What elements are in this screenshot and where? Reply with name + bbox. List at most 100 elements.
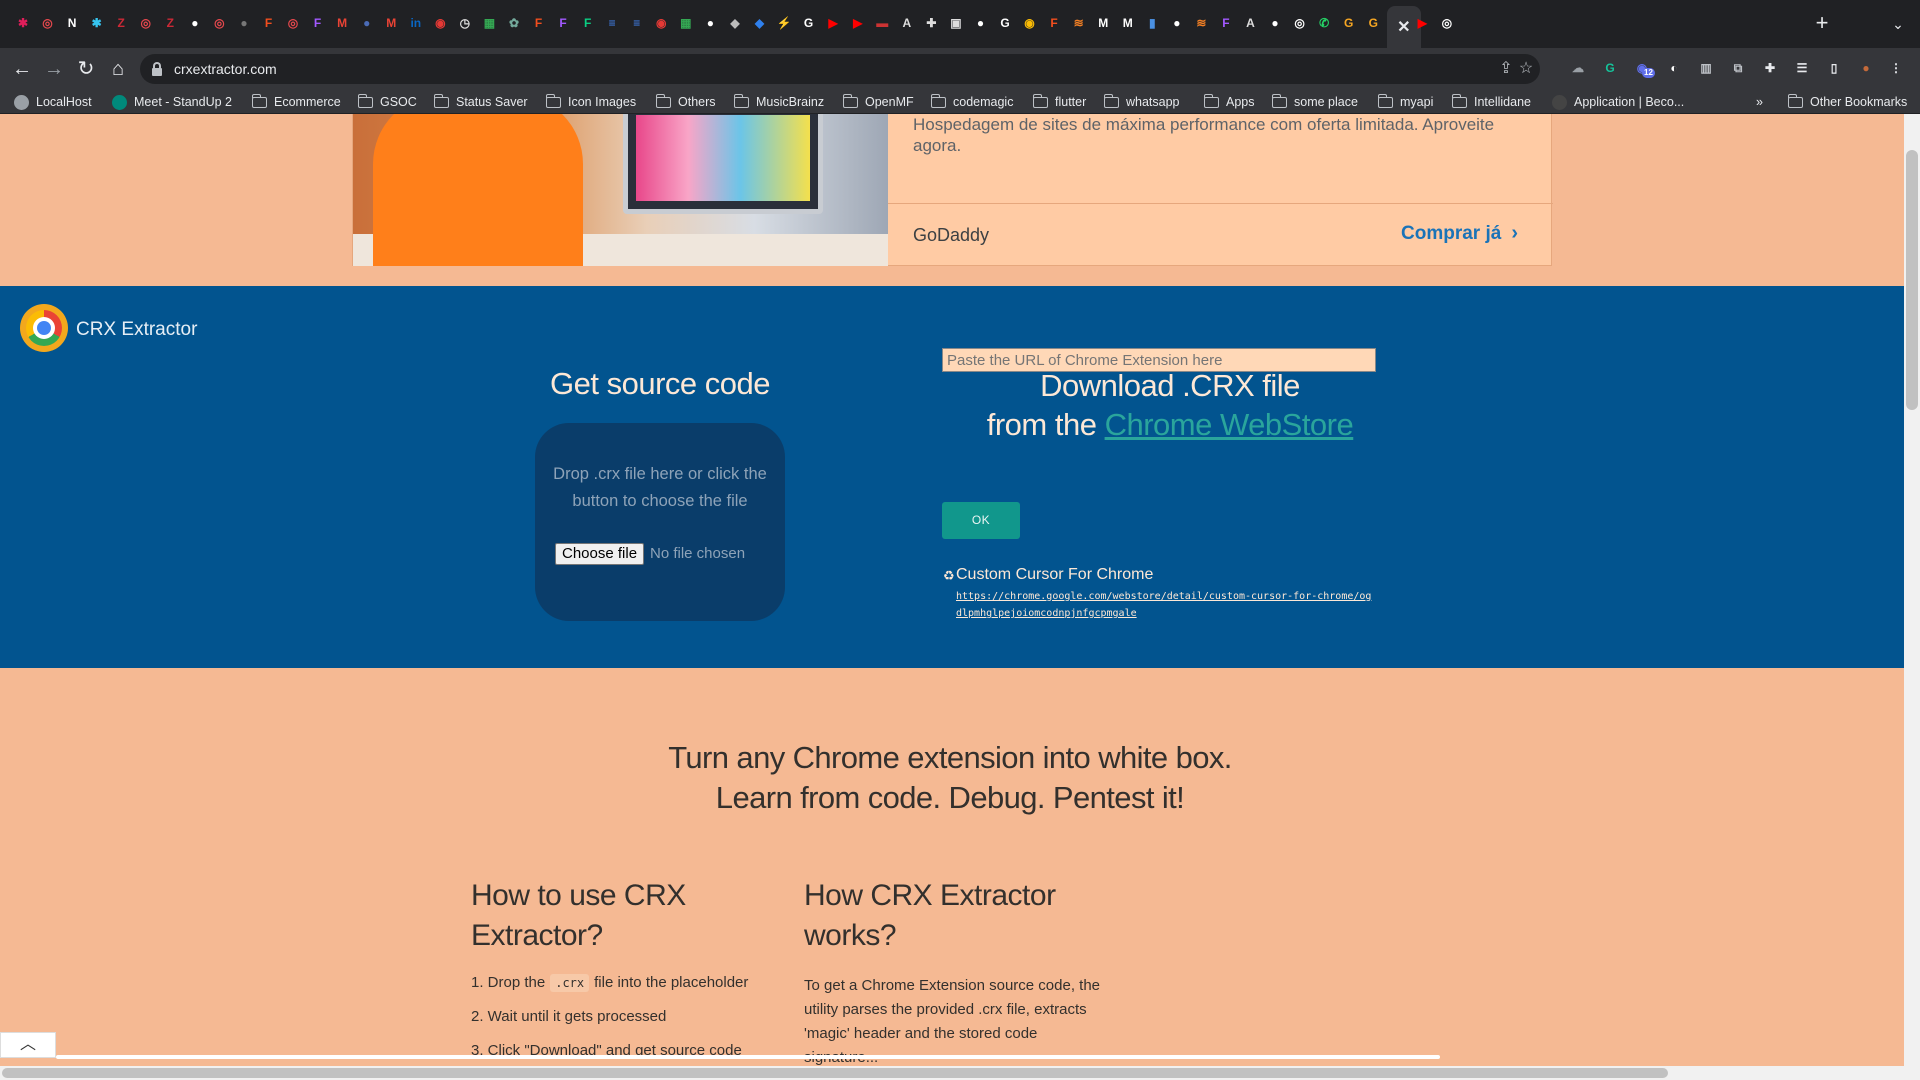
tab-record-icon[interactable]: ◉: [650, 12, 672, 34]
reading-list-icon[interactable]: ☰: [1792, 58, 1812, 78]
chrome-webstore-link[interactable]: Chrome WebStore: [1105, 407, 1354, 442]
tab-stack-icon[interactable]: ≋: [1190, 12, 1212, 34]
bookmark-folder[interactable]: codemagic: [930, 93, 1013, 111]
tab-linkedin-icon[interactable]: in: [405, 12, 427, 34]
tab-github-icon[interactable]: ●: [1166, 12, 1188, 34]
tab-youtube-icon[interactable]: ▶: [1411, 12, 1433, 34]
copy-icon[interactable]: ⧉: [1728, 58, 1748, 78]
tab-code-icon[interactable]: ◆: [724, 12, 746, 34]
crx-extractor-logo-icon[interactable]: [20, 304, 68, 352]
tab-docs-icon[interactable]: ≡: [626, 12, 648, 34]
godaddy-ad[interactable]: Hospedagem de sites de máxima performanc…: [352, 114, 1553, 266]
tab-figma-icon[interactable]: F: [577, 12, 599, 34]
bookmark-folder[interactable]: GSOC: [357, 93, 417, 111]
bookmarks-overflow-button[interactable]: »: [1756, 93, 1763, 111]
lock-icon[interactable]: [152, 62, 162, 76]
bookmark-item[interactable]: LocalHost: [14, 93, 92, 111]
tab-zotero-icon[interactable]: Z: [110, 12, 132, 34]
tab-figma-icon[interactable]: F: [552, 12, 574, 34]
cloud-icon[interactable]: ☁: [1568, 58, 1588, 78]
tab-slack-icon[interactable]: ✱: [86, 12, 108, 34]
tab-sheets-icon[interactable]: ▦: [675, 12, 697, 34]
bookmark-folder[interactable]: Apps: [1203, 93, 1255, 111]
tab-youtube-icon[interactable]: ▶: [847, 12, 869, 34]
tab-slack-icon[interactable]: ✱: [12, 12, 34, 34]
choose-file-button[interactable]: Choose file: [555, 543, 645, 565]
tab-figma-icon[interactable]: F: [307, 12, 329, 34]
tab-angular-icon[interactable]: A: [1240, 12, 1262, 34]
tab-grammarly-icon[interactable]: G: [1362, 12, 1384, 34]
site-title[interactable]: CRX Extractor: [76, 319, 197, 341]
tab-chromium-icon[interactable]: ◎: [1289, 12, 1311, 34]
tab-shield-icon[interactable]: ◆: [749, 12, 771, 34]
tab-zotero-icon[interactable]: Z: [159, 12, 181, 34]
trash-icon[interactable]: ▥: [1696, 58, 1716, 78]
tab-flutter-icon[interactable]: ⚡: [773, 12, 795, 34]
tab-store-icon[interactable]: ▣: [945, 12, 967, 34]
tab-chrome-icon[interactable]: ◉: [1019, 12, 1041, 34]
recent-extension-link[interactable]: https://chrome.google.com/webstore/detai…: [956, 588, 1376, 622]
tab-figma-icon[interactable]: F: [1215, 12, 1237, 34]
horizontal-scrollbar-thumb[interactable]: [2, 1068, 1668, 1078]
extension-url-input[interactable]: [942, 348, 1376, 372]
tab-youtube-icon[interactable]: ▶: [822, 12, 844, 34]
tab-figma-icon[interactable]: F: [1043, 12, 1065, 34]
tab-medium-icon[interactable]: M: [1092, 12, 1114, 34]
tab-target-icon[interactable]: ◎: [208, 12, 230, 34]
share-icon[interactable]: ⇪: [1496, 59, 1516, 79]
profile-avatar-icon[interactable]: ●: [1856, 58, 1876, 78]
bookmark-folder[interactable]: flutter: [1032, 93, 1086, 111]
tab-target-icon[interactable]: ◎: [135, 12, 157, 34]
tab-target-icon[interactable]: ◎: [282, 12, 304, 34]
home-button[interactable]: ⌂: [106, 57, 130, 81]
crx-dropzone[interactable]: Drop .crx file here or click the button …: [535, 423, 785, 621]
puzzle-icon[interactable]: ✚: [1760, 58, 1780, 78]
vertical-scrollbar-thumb[interactable]: [1906, 150, 1918, 410]
tab-stack-icon[interactable]: ≋: [1068, 12, 1090, 34]
tab-video-icon[interactable]: ▬: [871, 12, 893, 34]
tab-docs-icon[interactable]: ≡: [601, 12, 623, 34]
ok-button[interactable]: OK: [942, 502, 1020, 539]
bookmark-folder[interactable]: Icon Images: [545, 93, 636, 111]
circle-half-icon[interactable]: ◐: [1664, 58, 1684, 78]
address-bar[interactable]: crxextractor.com ⇪ ☆: [140, 54, 1540, 84]
bookmark-folder[interactable]: MusicBrainz: [733, 93, 824, 111]
tab-medium-icon[interactable]: M: [1117, 12, 1139, 34]
new-tab-button[interactable]: +: [1810, 12, 1834, 36]
ad-image[interactable]: [353, 114, 888, 266]
tab-clock-icon[interactable]: ◷: [454, 12, 476, 34]
url-text[interactable]: crxextractor.com: [174, 61, 277, 77]
bookmark-folder[interactable]: some place: [1271, 93, 1358, 111]
tab-globe-icon[interactable]: ●: [356, 12, 378, 34]
other-bookmarks-folder[interactable]: Other Bookmarks: [1787, 93, 1907, 111]
bookmark-folder[interactable]: OpenMF: [842, 93, 914, 111]
bookmark-folder[interactable]: Intellidane: [1451, 93, 1531, 111]
tab-phone-icon[interactable]: ✆: [1313, 12, 1335, 34]
bookmark-folder[interactable]: Ecommerce: [251, 93, 341, 111]
tab-bookmark-icon[interactable]: ▮: [1141, 12, 1163, 34]
bookmark-folder[interactable]: whatsapp: [1103, 93, 1180, 111]
side-panel-icon[interactable]: ▯: [1824, 58, 1844, 78]
tab-google-icon[interactable]: G: [798, 12, 820, 34]
tab-figma-icon[interactable]: F: [528, 12, 550, 34]
bookmark-item[interactable]: Application | Beco...: [1552, 93, 1684, 111]
tab-gmail-icon[interactable]: M: [331, 12, 353, 34]
tab-github-icon[interactable]: ●: [699, 12, 721, 34]
bookmark-folder[interactable]: myapi: [1377, 93, 1433, 111]
badge-extension-icon[interactable]: ◉ 12: [1632, 58, 1655, 78]
tab-github-icon[interactable]: ●: [1264, 12, 1286, 34]
kebab-menu-icon[interactable]: ⋮: [1886, 58, 1906, 78]
tab-target-icon[interactable]: ◎: [37, 12, 59, 34]
tab-google-icon[interactable]: G: [994, 12, 1016, 34]
bookmark-star-icon[interactable]: ☆: [1516, 59, 1536, 79]
back-button[interactable]: ←: [10, 57, 34, 81]
tab-chatgpt-icon[interactable]: ✿: [503, 12, 525, 34]
tab-chrome-icon[interactable]: ◎: [1436, 12, 1458, 34]
tab-grammarly-icon[interactable]: G: [1338, 12, 1360, 34]
forward-button[interactable]: →: [42, 57, 66, 81]
bookmark-item[interactable]: Meet - StandUp 2: [112, 93, 232, 111]
ad-buy-button[interactable]: Comprar já ›: [1401, 222, 1518, 245]
grammarly-icon[interactable]: G: [1600, 58, 1620, 78]
tab-figma-icon[interactable]: F: [258, 12, 280, 34]
tab-github-icon[interactable]: ●: [969, 12, 991, 34]
